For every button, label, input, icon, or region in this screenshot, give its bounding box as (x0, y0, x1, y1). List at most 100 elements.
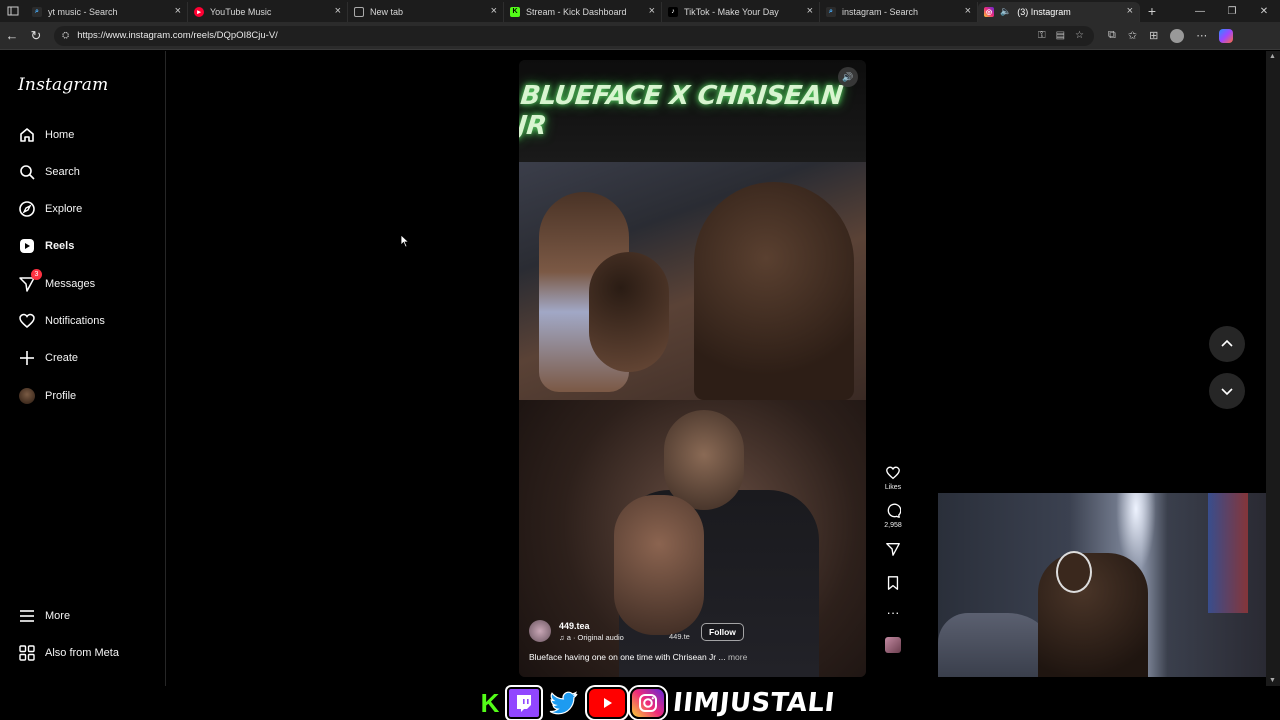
back-icon[interactable]: ← (0, 24, 24, 48)
more-options-button[interactable]: ··· (876, 605, 910, 620)
close-icon[interactable]: × (175, 5, 181, 17)
page-scrollbar[interactable]: ▲ ▼ (1266, 51, 1280, 686)
scroll-up-icon[interactable]: ▲ (1269, 53, 1276, 60)
speaker-icon[interactable]: 🔈 (1000, 6, 1011, 17)
more-menu-icon[interactable]: ⋯ (1196, 29, 1207, 42)
nav-create[interactable]: Create (16, 343, 156, 373)
close-window-icon[interactable]: ✕ (1248, 0, 1280, 22)
scroll-down-icon[interactable]: ▼ (1269, 677, 1276, 684)
twitch-icon (507, 687, 541, 719)
url-actions: ⚿ ▤ ☆ (1038, 30, 1094, 41)
author-username[interactable]: 449.tea (559, 621, 624, 631)
messages-icon: 3 (16, 269, 42, 295)
audio-toggle-icon[interactable]: 🔊 (838, 67, 858, 87)
home-icon (16, 124, 38, 146)
reader-icon[interactable]: ▤ (1056, 30, 1065, 41)
audio-thumbnail[interactable] (876, 637, 910, 653)
close-icon[interactable]: × (649, 5, 655, 17)
chevron-down-icon (1221, 388, 1233, 396)
like-button[interactable]: Likes (876, 465, 910, 491)
audio-thumbnail-image (885, 637, 901, 653)
tab-instagram-active[interactable]: ◎ 🔈 (3) Instagram × (978, 1, 1140, 22)
tab-title: yt music - Search (48, 6, 118, 17)
next-reel-button[interactable] (1209, 373, 1245, 409)
nav-notifications[interactable]: Notifications (16, 306, 156, 336)
nav-messages[interactable]: 3 Messages (16, 269, 156, 299)
tab-title: Stream - Kick Dashboard (526, 6, 627, 17)
reel-caption[interactable]: Blueface having one on one time with Chr… (529, 652, 859, 662)
compass-icon (16, 198, 38, 220)
close-icon[interactable]: × (807, 5, 813, 17)
caption-more-link[interactable]: more (728, 652, 747, 662)
tab-instagram-search[interactable]: ⌕ instagram - Search × (820, 1, 978, 22)
refresh-icon[interactable]: ↻ (24, 24, 48, 48)
tab-title: (3) Instagram (1017, 6, 1071, 17)
instagram-logo[interactable]: Instagram (18, 75, 108, 95)
profile-avatar-icon[interactable] (1170, 28, 1185, 43)
twitter-icon (544, 687, 584, 719)
heart-icon (16, 310, 38, 332)
nav-home[interactable]: Home (16, 120, 156, 150)
tab-tiktok[interactable]: ♪ TikTok - Make Your Day × (662, 1, 820, 22)
url-text: https://www.instagram.com/reels/DQpOI8Cj… (77, 30, 278, 41)
heart-icon (886, 466, 900, 480)
tab-actions-icon[interactable] (0, 0, 26, 22)
audio-label: a · Original audio (566, 632, 624, 642)
nav-label: Explore (45, 203, 83, 215)
reel-video[interactable]: BLUEFACE X CHRISEAN JR 🔊 449.tea ♫ a · O… (519, 60, 866, 677)
tab-new-tab[interactable]: New tab × (348, 1, 504, 22)
more-horizontal-icon: ··· (886, 605, 900, 620)
bookmark-icon (887, 576, 899, 590)
instagram-icon: ◎ (984, 6, 994, 17)
tiktok-icon: ♪ (668, 6, 678, 17)
nav-search[interactable]: Search (16, 157, 156, 187)
caption-text: Blueface having one on one time with Chr… (529, 652, 726, 662)
stream-social-bar: K IIMJUSTALI (0, 686, 1280, 720)
nav-label: Home (45, 129, 75, 141)
nav-label: Create (45, 352, 79, 364)
copilot-icon[interactable] (1219, 28, 1234, 43)
tab-youtube-music[interactable]: ▸ YouTube Music × (188, 1, 348, 22)
window-controls: — ❐ ✕ (1184, 0, 1280, 22)
previous-reel-button[interactable] (1209, 326, 1245, 362)
likes-label: Likes (884, 484, 902, 491)
share-button[interactable] (876, 541, 910, 557)
menu-icon (16, 605, 38, 627)
restore-icon[interactable]: ❐ (1216, 0, 1248, 22)
browser-tab-bar: ⌕ yt music - Search × ▸ YouTube Music × … (0, 0, 1280, 22)
minimize-icon[interactable]: — (1184, 0, 1216, 22)
nav-profile[interactable]: Profile (16, 381, 156, 411)
share-icon (886, 543, 900, 556)
music-icon: ♫ (559, 632, 567, 642)
close-icon[interactable]: × (335, 5, 341, 17)
nav-explore[interactable]: Explore (16, 194, 156, 224)
comment-icon (887, 503, 901, 518)
url-field[interactable]: ⛭ https://www.instagram.com/reels/DQpOI8… (54, 25, 1094, 46)
tab-yt-music-search[interactable]: ⌕ yt music - Search × (26, 1, 188, 22)
key-icon[interactable]: ⚿ (1038, 30, 1046, 41)
close-icon[interactable]: × (491, 5, 497, 17)
tab-title: YouTube Music (210, 6, 272, 17)
kick-icon: K (476, 687, 504, 719)
profile-avatar (19, 388, 35, 404)
audio-ticker: 449.te (669, 632, 690, 641)
follow-button[interactable]: Follow (701, 623, 744, 641)
split-screen-icon[interactable]: ⊞ (1149, 29, 1158, 42)
reel-audio[interactable]: ♫ a · Original audio (559, 633, 624, 642)
extensions-icon[interactable]: ⧉ (1108, 29, 1116, 42)
favorite-star-icon[interactable]: ☆ (1075, 30, 1084, 41)
save-button[interactable] (876, 575, 910, 591)
nav-reels[interactable]: Reels (16, 231, 156, 261)
comment-button[interactable]: 2,958 (876, 503, 910, 529)
new-tab-button[interactable]: + (1140, 3, 1164, 19)
tab-kick-dashboard[interactable]: K Stream - Kick Dashboard × (504, 1, 662, 22)
meta-icon (16, 642, 38, 664)
nav-more[interactable]: More (16, 601, 156, 631)
nav-also-from-meta[interactable]: Also from Meta (16, 638, 156, 668)
site-info-icon[interactable]: ⛭ (62, 30, 69, 41)
close-icon[interactable]: × (965, 5, 971, 17)
collections-icon[interactable]: ✩ (1128, 29, 1137, 42)
author-avatar[interactable] (529, 620, 551, 642)
close-icon[interactable]: × (1127, 5, 1133, 17)
profile-icon (16, 385, 38, 407)
